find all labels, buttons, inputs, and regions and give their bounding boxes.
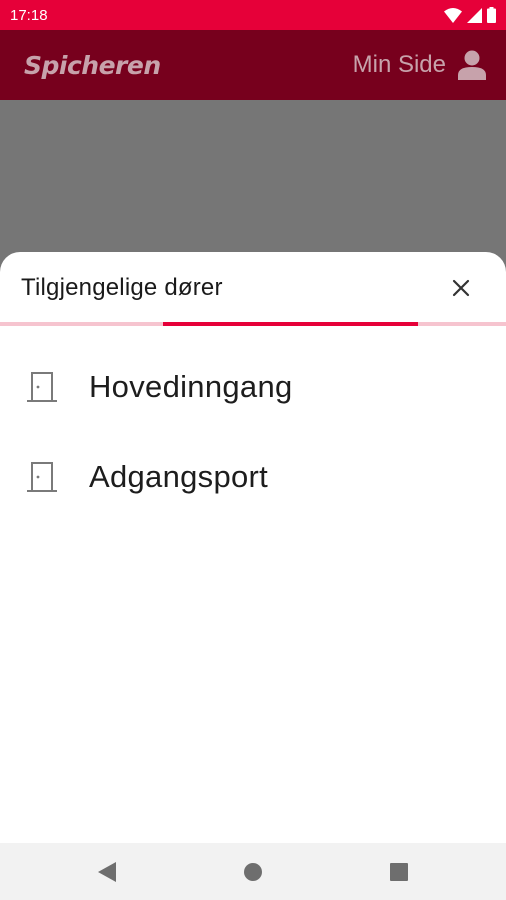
nav-home-button[interactable] — [233, 852, 273, 892]
bottom-sheet: Tilgjengelige dører Hovedinngang Adgangs… — [0, 252, 506, 843]
sheet-header: Tilgjengelige dører — [0, 252, 506, 326]
system-navigation-bar — [0, 843, 506, 900]
person-icon — [458, 50, 486, 80]
sheet-title: Tilgjengelige dører — [21, 274, 223, 301]
min-side-button[interactable]: Min Side — [353, 50, 486, 80]
door-list: Hovedinngang Adgangsport — [0, 342, 506, 522]
door-icon — [25, 460, 59, 494]
nav-recents-button[interactable] — [379, 852, 419, 892]
door-item-adgangsport[interactable]: Adgangsport — [0, 432, 506, 522]
close-button[interactable] — [446, 273, 476, 303]
door-label: Hovedinngang — [89, 369, 293, 404]
door-icon — [25, 370, 59, 404]
min-side-label: Min Side — [352, 51, 446, 78]
wifi-icon — [444, 7, 462, 23]
status-time: 17:18 — [10, 6, 48, 24]
status-bar: 17:18 — [0, 0, 506, 30]
loading-progress-bar — [0, 322, 506, 326]
app-bar: Spicheren Min Side — [0, 30, 506, 100]
cellular-signal-icon — [467, 7, 482, 23]
nav-back-button[interactable] — [87, 852, 127, 892]
door-item-hovedinngang[interactable]: Hovedinngang — [0, 342, 506, 432]
battery-icon — [487, 7, 496, 23]
recents-icon — [390, 862, 408, 881]
door-label: Adgangsport — [89, 459, 269, 494]
loading-progress-indicator — [163, 322, 418, 326]
status-icons — [444, 7, 496, 23]
close-icon — [452, 279, 470, 297]
brand-logo: Spicheren — [24, 50, 161, 80]
back-icon — [98, 861, 116, 882]
home-icon — [244, 862, 262, 881]
